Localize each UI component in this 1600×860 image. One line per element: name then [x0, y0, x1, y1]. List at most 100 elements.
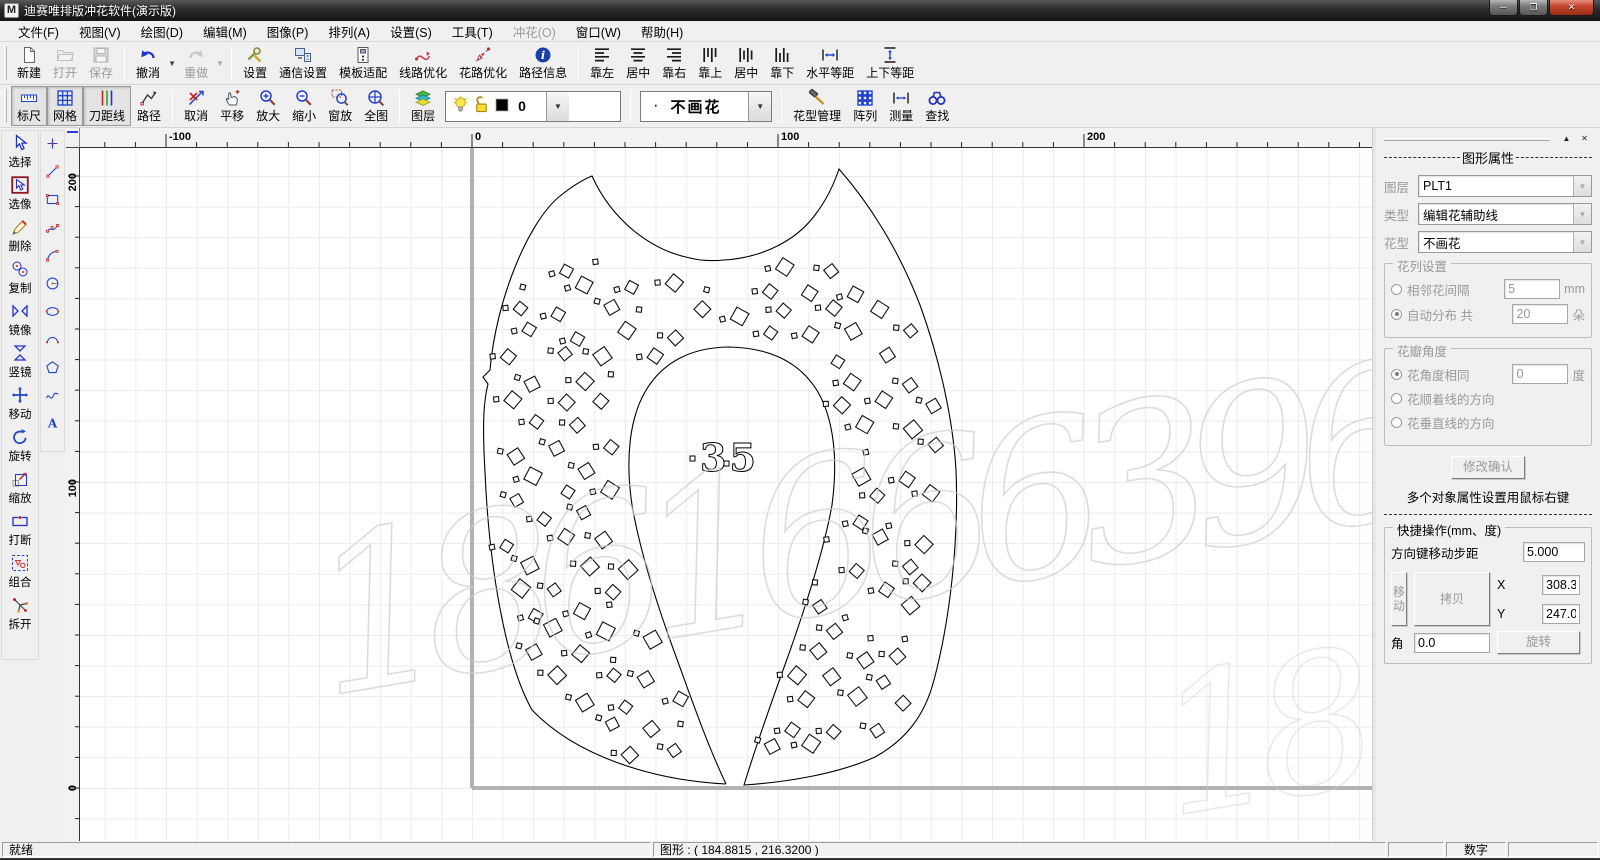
flower-type-combo[interactable]: · 不画花 ▼	[640, 91, 772, 122]
toolbar-button-ruler[interactable]: 标尺	[11, 86, 47, 126]
draw-tool-polygon[interactable]	[41, 355, 64, 383]
y-input[interactable]	[1542, 604, 1580, 624]
redo-arrow-dropdown-arrow[interactable]: ▼	[214, 43, 226, 83]
menu-item-0[interactable]: 文件(F)	[8, 20, 69, 43]
draw-tool-ellipse[interactable]	[41, 299, 64, 327]
toolbar-button-open-folder[interactable]: 打开	[47, 43, 83, 83]
toolbar-button-binoculars[interactable]: 查找	[919, 86, 955, 126]
type-field-dropdown-arrow[interactable]: ▼	[1573, 204, 1591, 224]
toolbar-button-align-right[interactable]: 靠右	[656, 43, 692, 83]
confirm-modify-button[interactable]: 修改确认	[1451, 456, 1525, 479]
toolbar-grip[interactable]	[4, 46, 7, 80]
edit-tool-select-image[interactable]: 选像	[2, 173, 38, 215]
draw-tool-circle[interactable]	[41, 271, 64, 299]
restore-button[interactable]: ❐	[1519, 0, 1548, 16]
edit-tool-select-arrow[interactable]: 选择	[2, 131, 38, 173]
panel-close-icon[interactable]: ✕	[1577, 133, 1592, 145]
toolbar-button-knife-lines[interactable]: 刀距线	[83, 86, 131, 126]
toolbar-button-v-equal-space[interactable]: 上下等距	[860, 43, 920, 83]
toolbar-button-align-top[interactable]: 靠上	[692, 43, 728, 83]
toolbar-button-path[interactable]: 路径	[131, 86, 167, 126]
toolbar-button-cancel[interactable]: 取消	[178, 86, 214, 126]
toolbar-button-save-floppy[interactable]: 保存	[83, 43, 119, 83]
menu-item-3[interactable]: 编辑(M)	[193, 20, 257, 43]
toolbar-button-zoom-all[interactable]: 全图	[358, 86, 394, 126]
toolbar-button-grid[interactable]: 网格	[47, 86, 83, 126]
draw-tool-text[interactable]: A	[41, 411, 64, 439]
edit-tool-mirror-vertical[interactable]: 竖镜	[2, 341, 38, 383]
draw-tool-arc[interactable]	[41, 243, 64, 271]
layer-select-combo[interactable]: 0 ▼	[445, 91, 621, 122]
draw-tool-line[interactable]	[41, 159, 64, 187]
toolbar-button-zoom-in[interactable]: 放大	[250, 86, 286, 126]
rotate-button[interactable]: 旋转	[1497, 631, 1580, 654]
toolbar-button-comm-settings[interactable]: 通信设置	[273, 43, 333, 83]
flower-field-dropdown-arrow[interactable]: ▼	[1573, 232, 1591, 252]
toolbar-button-settings-tools[interactable]: 设置	[237, 43, 273, 83]
toolbar-button-array-grid[interactable]: 阵列	[847, 86, 883, 126]
edit-tool-group-combine[interactable]: 组合	[2, 551, 38, 593]
along-line-radio[interactable]	[1391, 393, 1402, 404]
draw-tool-rectangle[interactable]	[41, 187, 64, 215]
flower-combo-dropdown-arrow[interactable]: ▼	[748, 92, 771, 121]
toolbar-button-path-info[interactable]: i路径信息	[513, 43, 573, 83]
toolbar-button-align-vcenter[interactable]: 居中	[728, 43, 764, 83]
menu-item-8[interactable]: 冲花(O)	[503, 20, 566, 43]
edit-tool-rotate-circular[interactable]: 旋转	[2, 425, 38, 467]
menu-item-2[interactable]: 绘图(D)	[131, 20, 193, 43]
adjacent-spacing-radio[interactable]	[1391, 284, 1402, 295]
close-button[interactable]: ✕	[1549, 0, 1594, 16]
edit-tool-scale-resize[interactable]: 缩放	[2, 467, 38, 509]
toolbar-button-undo-arrow[interactable]: 撤消	[130, 43, 166, 83]
layer-field-dropdown-arrow[interactable]: ▼	[1573, 176, 1591, 196]
edit-tool-break-point[interactable]: 打断	[2, 509, 38, 551]
toolbar-button-pan-hand[interactable]: 平移	[214, 86, 250, 126]
panel-collapse-icon[interactable]: ▲	[1559, 133, 1574, 145]
menu-item-7[interactable]: 工具(T)	[442, 20, 503, 43]
auto-distribute-radio[interactable]	[1391, 309, 1402, 320]
menu-item-5[interactable]: 排列(A)	[318, 20, 380, 43]
toolbar-button-flower-path-optimize[interactable]: 花路优化	[453, 43, 513, 83]
perpendicular-line-radio[interactable]	[1391, 417, 1402, 428]
type-field-combo[interactable]: 编辑花辅助线 ▼	[1418, 203, 1592, 225]
draw-tool-spline[interactable]	[41, 383, 64, 411]
flower-field-combo[interactable]: 不画花 ▼	[1418, 231, 1592, 253]
toolbar-button-zoom-out[interactable]: 缩小	[286, 86, 322, 126]
toolbar-button-h-equal-space[interactable]: 水平等距	[800, 43, 860, 83]
minimize-button[interactable]: ─	[1489, 0, 1518, 16]
layer-field-combo[interactable]: PLT1 ▼	[1418, 175, 1592, 197]
same-angle-input[interactable]	[1512, 364, 1568, 384]
arrow-step-input[interactable]	[1523, 542, 1585, 562]
menu-item-9[interactable]: 窗口(W)	[566, 20, 631, 43]
toolbar-button-redo-arrow[interactable]: 重做	[178, 43, 214, 83]
drawing-canvas[interactable]: 351861666396118	[80, 148, 1372, 841]
layer-combo-dropdown-arrow[interactable]: ▼	[546, 92, 569, 121]
toolbar-button-new-file[interactable]: 新建	[11, 43, 47, 83]
menu-item-1[interactable]: 视图(V)	[69, 20, 131, 43]
toolbar-button-measure[interactable]: 测量	[883, 86, 919, 126]
draw-tool-polyline[interactable]	[41, 215, 64, 243]
toolbar-button-align-left[interactable]: 靠左	[584, 43, 620, 83]
adjacent-spacing-input[interactable]	[1504, 279, 1560, 299]
same-angle-radio[interactable]	[1391, 369, 1402, 380]
copy-button[interactable]: 拷贝	[1414, 572, 1490, 626]
menu-item-6[interactable]: 设置(S)	[380, 20, 442, 43]
auto-distribute-count-input[interactable]	[1512, 304, 1568, 324]
draw-tool-curve-arc[interactable]	[41, 327, 64, 355]
toolbar-button-hammer[interactable]: 花型管理	[787, 86, 847, 126]
x-input[interactable]	[1542, 575, 1580, 595]
edit-tool-mirror-horizontal[interactable]: 镜像	[2, 299, 38, 341]
toolbar-button-line-optimize[interactable]: 线路优化	[393, 43, 453, 83]
toolbar-button-align-hcenter[interactable]: 居中	[620, 43, 656, 83]
toolbar-button-zoom-window[interactable]: 窗放	[322, 86, 358, 126]
menu-item-10[interactable]: 帮助(H)	[631, 20, 693, 43]
toolbar-grip[interactable]	[4, 89, 7, 123]
edit-tool-copy-shapes[interactable]: 复制	[2, 257, 38, 299]
edit-tool-ungroup-explode[interactable]: 拆开	[2, 593, 38, 635]
toolbar-button-template-fit[interactable]: 模板适配	[333, 43, 393, 83]
undo-arrow-dropdown-arrow[interactable]: ▼	[166, 43, 178, 83]
draw-tool-point[interactable]	[41, 131, 64, 159]
toolbar-button-layers[interactable]: 图层	[405, 86, 441, 126]
move-button[interactable]: 移动	[1391, 572, 1407, 626]
angle-input[interactable]	[1414, 633, 1490, 653]
